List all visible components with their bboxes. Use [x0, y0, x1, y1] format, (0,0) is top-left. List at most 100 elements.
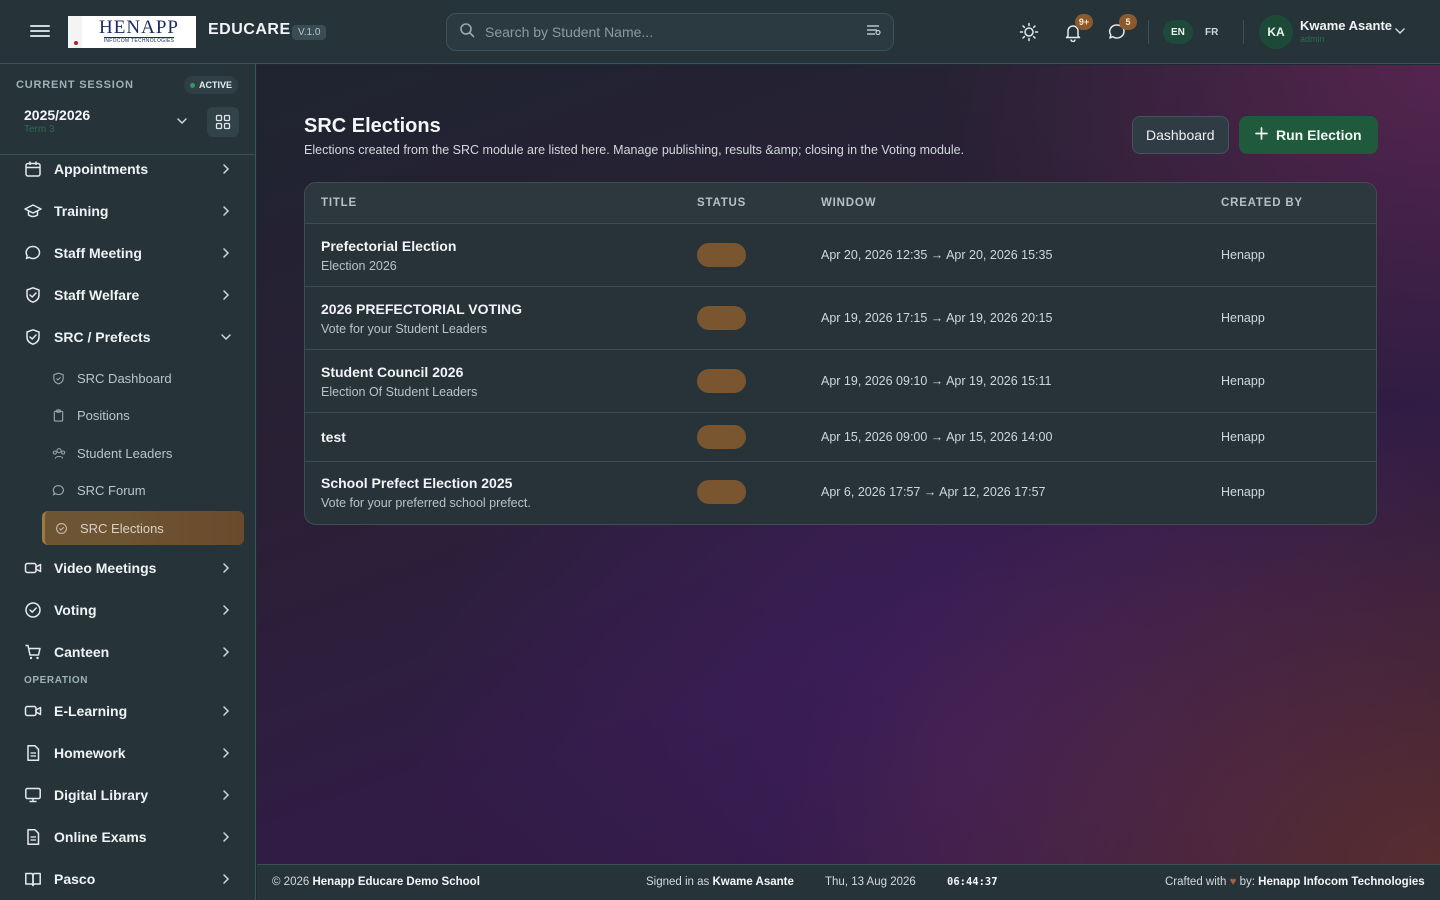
- election-title[interactable]: Student Council 2026: [321, 364, 463, 380]
- logo-text: HENAPP: [99, 17, 179, 38]
- election-title[interactable]: test: [321, 429, 346, 445]
- election-created-by: Henapp: [1221, 374, 1265, 388]
- users-icon: [52, 447, 66, 460]
- filter-icon[interactable]: [865, 23, 881, 42]
- table-row[interactable]: Prefectorial Election Election 2026 Apr …: [305, 224, 1376, 287]
- sidebar-item-label: Canteen: [54, 644, 110, 660]
- column-header-window[interactable]: WINDOW: [821, 197, 876, 209]
- sidebar-subitem-src-dashboard[interactable]: SRC Dashboard: [42, 361, 244, 395]
- sidebar-subitem-label: SRC Forum: [77, 482, 146, 498]
- search-input[interactable]: [485, 24, 865, 40]
- session-label: CURRENT SESSION: [16, 79, 134, 91]
- table-row[interactable]: School Prefect Election 2025 Vote for yo…: [305, 462, 1376, 524]
- election-subtitle: Election 2026: [321, 259, 397, 273]
- sidebar-item-video-meetings[interactable]: Video Meetings: [16, 550, 240, 586]
- lang-fr-button[interactable]: FR: [1197, 20, 1226, 44]
- sidebar-subitem-label: SRC Elections: [80, 520, 164, 536]
- sidebar-item-label: E-Learning: [54, 703, 128, 719]
- user-name[interactable]: Kwame Asante: [1300, 18, 1392, 33]
- shield-check-icon: [22, 284, 44, 306]
- election-window: Apr 15, 2026 09:00 → Apr 15, 2026 14:00: [821, 430, 1053, 444]
- search-bar: [446, 13, 894, 51]
- sidebar-item-label: Staff Welfare: [54, 287, 140, 303]
- version-badge: V.1.0: [292, 25, 327, 40]
- election-title[interactable]: 2026 PREFECTORIAL VOTING: [321, 301, 522, 317]
- divider: [1148, 20, 1149, 44]
- plus-icon: [1255, 127, 1268, 143]
- chevron-right-icon: [220, 247, 232, 259]
- sidebar-item-label: Digital Library: [54, 787, 149, 803]
- sidebar-item-e-learning[interactable]: E-Learning: [16, 693, 240, 729]
- footer: © 2026 Henapp Educare Demo School Signed…: [257, 864, 1440, 900]
- divider: [1243, 20, 1244, 44]
- sidebar-item-label: Training: [54, 203, 109, 219]
- election-title[interactable]: Prefectorial Election: [321, 238, 456, 254]
- footer-time: 06:44:37: [947, 876, 998, 888]
- sidebar-item-appointments[interactable]: Appointments: [16, 151, 240, 187]
- column-header-status[interactable]: STATUS: [697, 197, 746, 209]
- chevron-down-icon: [220, 331, 232, 343]
- elections-table: TITLE STATUS WINDOW CREATED BY Prefector…: [304, 182, 1377, 525]
- user-avatar[interactable]: KA: [1259, 15, 1293, 49]
- election-window: Apr 19, 2026 09:10 → Apr 19, 2026 15:11: [821, 374, 1052, 388]
- dashboard-button[interactable]: Dashboard: [1132, 116, 1229, 154]
- sidebar-item-voting[interactable]: Voting: [16, 592, 240, 628]
- page-title: SRC Elections: [304, 115, 441, 137]
- sidebar-item-staff-welfare[interactable]: Staff Welfare: [16, 277, 240, 313]
- sidebar-subitem-src-forum[interactable]: SRC Forum: [42, 473, 244, 507]
- table-row[interactable]: test Apr 15, 2026 09:00 → Apr 15, 2026 1…: [305, 413, 1376, 462]
- status-badge: [697, 480, 746, 504]
- chevron-down-icon[interactable]: [1394, 24, 1406, 42]
- column-header-title[interactable]: TITLE: [321, 197, 357, 209]
- sidebar-item-digital-library[interactable]: Digital Library: [16, 777, 240, 813]
- document-icon: [22, 826, 44, 848]
- footer-company: Henapp Infocom Technologies: [1258, 876, 1425, 888]
- chevron-right-icon: [220, 604, 232, 616]
- chevron-down-icon[interactable]: [176, 114, 188, 132]
- shield-check-icon: [22, 326, 44, 348]
- table-row[interactable]: 2026 PREFECTORIAL VOTING Vote for your S…: [305, 287, 1376, 350]
- book-icon: [22, 868, 44, 890]
- notifications-badge: 9+: [1075, 14, 1093, 30]
- chevron-right-icon: [220, 646, 232, 658]
- election-title[interactable]: School Prefect Election 2025: [321, 475, 512, 491]
- footer-signed-in: Signed in as Kwame Asante: [646, 876, 794, 888]
- sidebar-subitem-src-elections[interactable]: SRC Elections: [42, 511, 244, 545]
- sidebar-item-src-prefects[interactable]: SRC / Prefects: [16, 319, 240, 355]
- sidebar-item-pasco[interactable]: Pasco: [16, 861, 240, 897]
- user-role: admin: [1300, 34, 1325, 44]
- sidebar-item-training[interactable]: Training: [16, 193, 240, 229]
- menu-icon[interactable]: [30, 22, 50, 42]
- status-badge: [697, 243, 746, 267]
- chevron-right-icon: [220, 562, 232, 574]
- sidebar-item-label: SRC / Prefects: [54, 329, 151, 345]
- chat-bubble-icon: [22, 242, 44, 264]
- video-icon: [22, 557, 44, 579]
- run-election-button[interactable]: Run Election: [1239, 116, 1378, 154]
- lang-en-button[interactable]: EN: [1163, 20, 1193, 44]
- messages-chat-icon[interactable]: 5: [1105, 14, 1137, 44]
- sidebar-item-canteen[interactable]: Canteen: [16, 634, 240, 670]
- status-badge: [697, 425, 746, 449]
- chevron-right-icon: [220, 289, 232, 301]
- app-name: EDUCARE: [208, 21, 291, 38]
- column-header-created-by[interactable]: CREATED BY: [1221, 197, 1303, 209]
- graduation-cap-icon: [22, 200, 44, 222]
- sidebar-item-staff-meeting[interactable]: Staff Meeting: [16, 235, 240, 271]
- theme-toggle-sun-icon[interactable]: [1017, 20, 1041, 44]
- table-row[interactable]: Student Council 2026 Election Of Student…: [305, 350, 1376, 413]
- sidebar-item-online-exams[interactable]: Online Exams: [16, 819, 240, 855]
- sidebar-subitem-student-leaders[interactable]: Student Leaders: [42, 436, 244, 470]
- sidebar-item-label: Voting: [54, 602, 97, 618]
- sidebar-item-homework[interactable]: Homework: [16, 735, 240, 771]
- calendar-icon: [22, 158, 44, 180]
- election-subtitle: Vote for your preferred school prefect.: [321, 496, 531, 510]
- chevron-right-icon: [220, 163, 232, 175]
- chevron-right-icon: [220, 705, 232, 717]
- check-circle-icon: [22, 599, 44, 621]
- sidebar-subitem-positions[interactable]: Positions: [42, 398, 244, 432]
- notifications-bell-icon[interactable]: 9+: [1061, 14, 1093, 44]
- session-year[interactable]: 2025/2026: [24, 107, 90, 123]
- footer-date: Thu, 13 Aug 2026: [825, 876, 916, 888]
- apps-grid-icon[interactable]: [207, 107, 239, 137]
